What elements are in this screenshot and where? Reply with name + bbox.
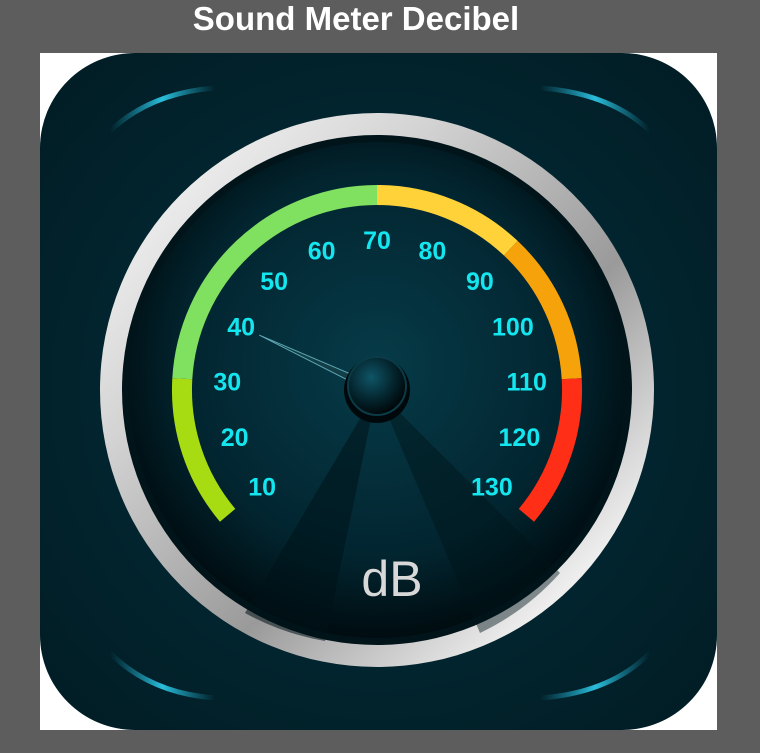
sound-meter-gauge: 10 20 30 4050 60 70 80 90 100 110 120 130 dB <box>40 53 717 730</box>
tick-label-40: 40 <box>227 314 255 342</box>
tick-label-60: 60 <box>308 238 336 266</box>
page-title: Sound Meter Decibel <box>192 0 520 37</box>
tick-label-110: 110 <box>507 368 547 396</box>
tick-label-70: 70 <box>363 227 391 255</box>
tick-label-120: 120 <box>499 424 541 452</box>
tick-label-30: 30 <box>213 368 241 396</box>
tick-label-90: 90 <box>466 268 494 296</box>
icon-canvas: 10 20 30 40 50 60 70 80 90 100 110 120 130 dB <box>40 53 717 730</box>
tick-label-20: 20 <box>221 424 249 452</box>
gauge-hub <box>347 356 407 416</box>
tick-label-50: 50 <box>260 268 288 296</box>
tick-label-100: 100 <box>492 314 534 342</box>
tick-label-80: 80 <box>418 238 446 266</box>
unit-label: dB <box>361 551 422 607</box>
tick-label-10: 10 <box>248 473 276 501</box>
tick-label-130: 130 <box>471 473 513 501</box>
